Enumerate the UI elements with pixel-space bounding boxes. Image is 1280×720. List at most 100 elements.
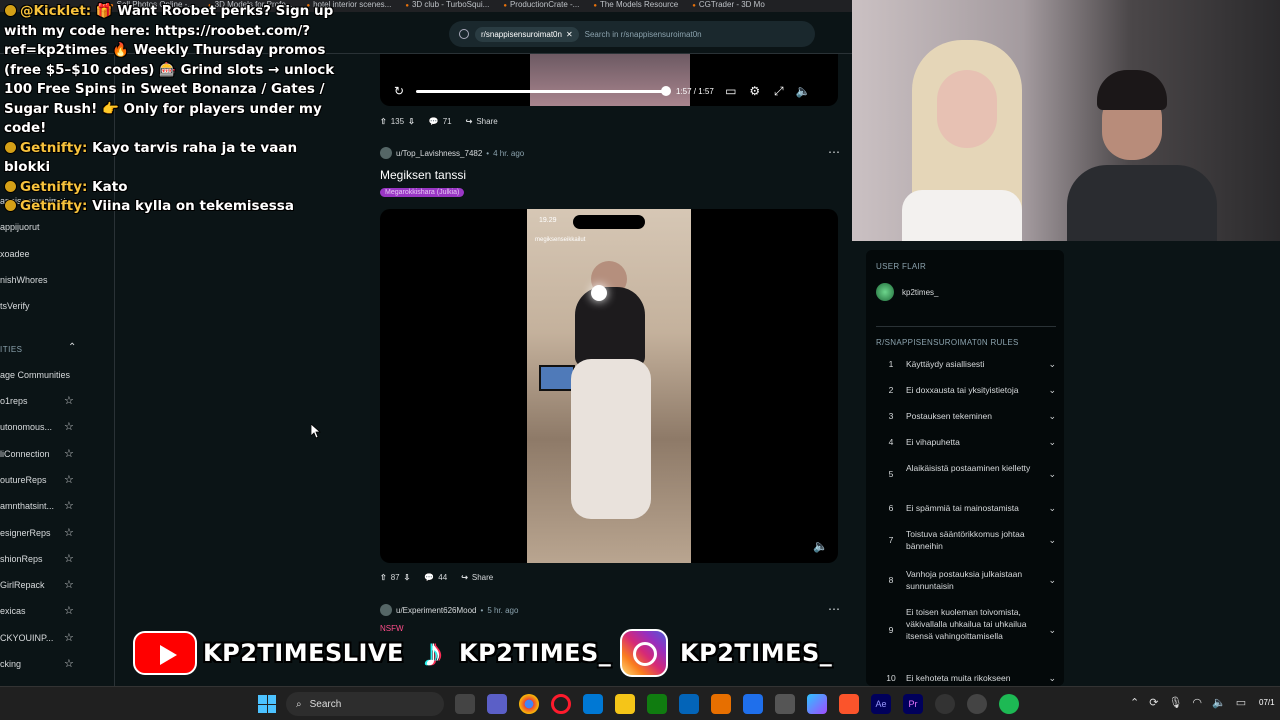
rule-item[interactable]: 4 Ei vihapuhetta ⌄ (876, 436, 1056, 448)
search-input[interactable]: Search in r/snappisensuroimat0n (585, 30, 702, 39)
community-item[interactable]: o1reps (0, 396, 110, 406)
app-icon[interactable] (967, 694, 987, 714)
chevron-down-icon[interactable]: ⌄ (1048, 502, 1056, 514)
premiere-icon[interactable]: Pr (903, 694, 923, 714)
chevron-down-icon[interactable]: ⌄ (1048, 672, 1056, 684)
manage-communities[interactable]: age Communities (0, 370, 110, 380)
rule-item[interactable]: 10 Ei kehoteta muita rikokseen ⌄ (876, 672, 1056, 684)
comments-button[interactable]: 💬 44 (424, 573, 447, 582)
app-icon[interactable] (743, 694, 763, 714)
search-bar[interactable]: r/snappisensuroimat0n ✕ Search in r/snap… (449, 21, 815, 47)
fullscreen-icon[interactable]: ⤢ (772, 84, 786, 99)
community-item[interactable]: exicas (0, 606, 110, 616)
sidebar-item[interactable]: xoadee (0, 249, 110, 259)
rule-item[interactable]: 5 Alaikäisistä postaaminen kielletty ⌄ (876, 462, 1056, 486)
star-icon[interactable]: ☆ (64, 552, 74, 565)
chevron-down-icon[interactable]: ⌄ (1048, 468, 1056, 480)
captions-icon[interactable]: ▭ (724, 84, 738, 98)
rule-item[interactable]: 6 Ei spämmiä tai mainostamista ⌄ (876, 502, 1056, 514)
windows-start-icon[interactable] (258, 695, 276, 713)
progress-knob[interactable] (661, 85, 671, 96)
bookmark[interactable]: CGTrader - 3D Mo (692, 0, 765, 12)
taskbar-clock[interactable]: 07/1 (1259, 698, 1275, 707)
rule-item[interactable]: 2 Ei doxxausta tai yksityistietoja ⌄ (876, 384, 1056, 396)
star-icon[interactable]: ☆ (64, 526, 74, 539)
sidebar-item[interactable]: appijuorut (0, 222, 110, 232)
settings-gear-icon[interactable]: ⚙ (748, 84, 762, 98)
star-icon[interactable]: ☆ (64, 447, 74, 460)
outlook-icon[interactable] (679, 694, 699, 714)
spotify-icon[interactable] (999, 694, 1019, 714)
store-icon[interactable] (583, 694, 603, 714)
chevron-down-icon[interactable]: ⌄ (1048, 410, 1056, 422)
chevron-up-icon[interactable]: ⌃ (1130, 696, 1139, 709)
microphone-icon[interactable]: 🎙 (1168, 696, 1182, 709)
star-icon[interactable]: ☆ (64, 420, 74, 433)
avatar[interactable] (380, 604, 392, 616)
post-title[interactable]: Megiksen tanssi (380, 168, 466, 182)
upvote-icon[interactable]: ⇧ (380, 573, 387, 582)
share-button[interactable]: ↪ Share (466, 117, 498, 126)
chevron-down-icon[interactable]: ⌄ (1048, 534, 1056, 546)
chevron-down-icon[interactable]: ⌄ (1048, 384, 1056, 396)
battery-icon[interactable]: ▭ (1236, 696, 1246, 709)
community-item[interactable]: utonomous... (0, 422, 110, 432)
xbox-icon[interactable] (647, 694, 667, 714)
brave-icon[interactable] (839, 694, 859, 714)
chevron-down-icon[interactable]: ⌄ (1048, 624, 1056, 636)
more-options-icon[interactable]: ⋯ (828, 602, 840, 616)
sidebar-item[interactable]: tsVerify (0, 301, 110, 311)
chrome-icon[interactable] (519, 694, 539, 714)
opera-icon[interactable] (551, 694, 571, 714)
progress-bar[interactable] (416, 85, 671, 96)
chevron-up-icon[interactable]: ⌃ (68, 342, 76, 353)
network-icon[interactable]: ⟳ (1149, 696, 1158, 709)
post-author[interactable]: u/Top_Lavishness_7482 (396, 149, 482, 158)
video-player[interactable]: 19.29 megiksenseikkailut 🔈 (380, 209, 838, 563)
bookmark[interactable]: 3D club - TurboSqui... (405, 0, 489, 12)
task-view-icon[interactable] (455, 694, 475, 714)
chevron-down-icon[interactable]: ⌄ (1048, 358, 1056, 370)
unity-icon[interactable] (775, 694, 795, 714)
post-flair[interactable]: Megarokkishara (Julkia) (380, 188, 465, 197)
chevron-down-icon[interactable]: ⌄ (1048, 574, 1056, 586)
star-icon[interactable]: ☆ (64, 604, 74, 617)
community-item[interactable]: shionReps (0, 554, 110, 564)
community-item[interactable]: GirlRepack (0, 580, 110, 590)
after-effects-icon[interactable]: Ae (871, 694, 891, 714)
obs-icon[interactable] (935, 694, 955, 714)
star-icon[interactable]: ☆ (64, 578, 74, 591)
community-item[interactable]: liConnection (0, 449, 110, 459)
community-item[interactable]: cking (0, 659, 110, 669)
chevron-down-icon[interactable]: ⌄ (1048, 436, 1056, 448)
star-icon[interactable]: ☆ (64, 499, 74, 512)
app-icon[interactable] (807, 694, 827, 714)
replay-icon[interactable]: ↻ (392, 84, 406, 98)
post-author[interactable]: u/Experiment626Mood (396, 606, 477, 615)
star-icon[interactable]: ☆ (64, 394, 74, 407)
video-player[interactable]: ↻ 1:57 / 1:57 ▭ ⚙ ⤢ 🔈 (380, 54, 838, 106)
wifi-icon[interactable]: ◠ (1192, 696, 1202, 709)
sidebar-item[interactable]: nishWhores (0, 275, 110, 285)
close-icon[interactable]: ✕ (566, 30, 573, 39)
star-icon[interactable]: ☆ (64, 631, 74, 644)
volume-icon[interactable]: 🔈 (813, 539, 828, 553)
taskbar-search[interactable]: ⌕ Search (286, 692, 444, 716)
rule-item[interactable]: 8 Vanhoja postauksia julkaistaan sunnunta… (876, 568, 1056, 592)
rule-item[interactable]: 3 Postauksen tekeminen ⌄ (876, 410, 1056, 422)
community-item[interactable]: outureReps (0, 475, 110, 485)
downvote-icon[interactable]: ⇩ (408, 117, 415, 126)
community-item[interactable]: esignerReps (0, 528, 110, 538)
community-item[interactable]: CKYOUINP... (0, 633, 110, 643)
bookmark[interactable]: ProductionCrate -... (503, 0, 579, 12)
community-item[interactable]: amnthatsint... (0, 501, 110, 511)
star-icon[interactable]: ☆ (64, 657, 74, 670)
more-options-icon[interactable]: ⋯ (828, 145, 840, 159)
volume-icon[interactable]: 🔈 (1212, 696, 1226, 709)
bookmark[interactable]: The Models Resource (593, 0, 678, 12)
avatar[interactable] (380, 147, 392, 159)
communities-section-label[interactable]: ITIES (0, 345, 23, 354)
downvote-icon[interactable]: ⇩ (404, 573, 411, 582)
share-button[interactable]: ↪ Share (461, 573, 493, 582)
volume-icon[interactable]: 🔈 (796, 84, 811, 98)
